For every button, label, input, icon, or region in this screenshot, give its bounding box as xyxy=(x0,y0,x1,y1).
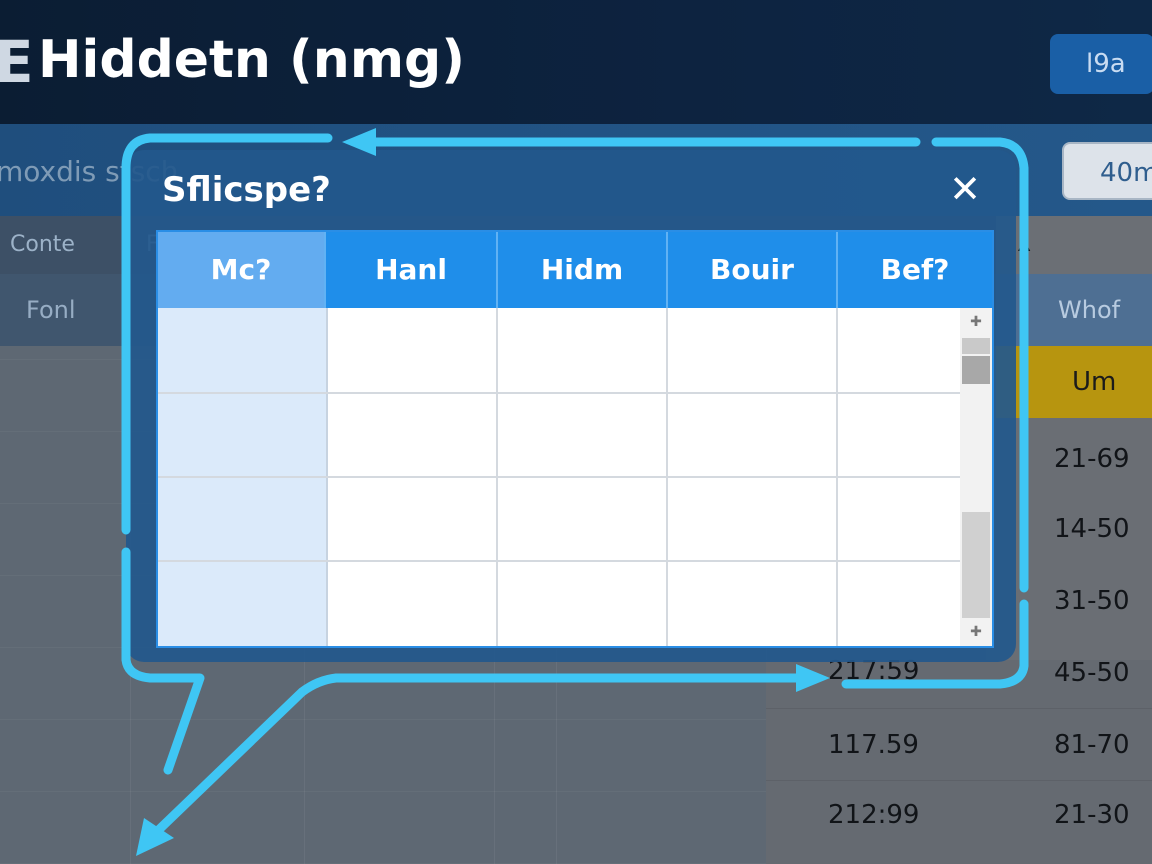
column-header[interactable]: Bef? xyxy=(838,232,992,308)
modal-table-header: Mc? Hanl Hidm Bouir Bef? xyxy=(158,232,992,308)
scroll-down-arrow-icon[interactable]: ✚ xyxy=(966,622,986,642)
modal-title: Sflicspe? xyxy=(162,170,331,210)
column-header[interactable]: Hanl xyxy=(326,232,498,308)
vertical-scrollbar[interactable]: ✚ ✚ xyxy=(960,308,992,646)
bg-cell-value: 21-30 xyxy=(1054,800,1130,830)
bg-cell-value: 21-69 xyxy=(1054,444,1130,474)
scrollbar-segment xyxy=(962,338,990,354)
table-row-divider xyxy=(158,560,960,562)
header-action-button[interactable]: l9a xyxy=(1050,34,1152,94)
scrollbar-thumb[interactable] xyxy=(962,356,990,384)
bg-row-separator xyxy=(766,708,1152,709)
column-header[interactable]: Mc? xyxy=(158,232,326,308)
tab-conte[interactable]: Conte xyxy=(10,232,75,257)
scroll-up-arrow-icon[interactable]: ✚ xyxy=(966,312,986,332)
bell-icon[interactable]: ▲ xyxy=(1018,234,1030,253)
app-logo: E xyxy=(0,28,34,96)
bg-column-header-right[interactable]: Whof xyxy=(1058,296,1120,324)
bg-cell-value: 31-50 xyxy=(1054,586,1130,616)
table-row-divider xyxy=(158,392,960,394)
table-row-divider xyxy=(158,476,960,478)
scrollbar-segment xyxy=(962,512,990,618)
page-title: Hiddetn (nmg) xyxy=(38,30,465,90)
modal-table: Mc? Hanl Hidm Bouir Bef? ✚ ✚ xyxy=(156,230,994,648)
bg-cell-value: 45-50 xyxy=(1054,658,1130,688)
bg-cell-value: 212:99 xyxy=(828,800,920,830)
close-icon[interactable]: ✕ xyxy=(944,166,986,212)
bg-cell-value: 14-50 xyxy=(1054,514,1130,544)
highlight-cell[interactable]: Um xyxy=(996,346,1152,418)
column-header[interactable]: Hidm xyxy=(498,232,668,308)
bg-row-separator xyxy=(766,780,1152,781)
toolbar-button[interactable]: 40m xyxy=(1062,142,1152,200)
bg-column-mid xyxy=(766,660,1152,864)
column-header[interactable]: Bouir xyxy=(668,232,838,308)
bg-column-header-left[interactable]: Fonl xyxy=(26,296,76,324)
bg-cell-value: 117.59 xyxy=(828,730,919,760)
bg-cell-value: 81-70 xyxy=(1054,730,1130,760)
